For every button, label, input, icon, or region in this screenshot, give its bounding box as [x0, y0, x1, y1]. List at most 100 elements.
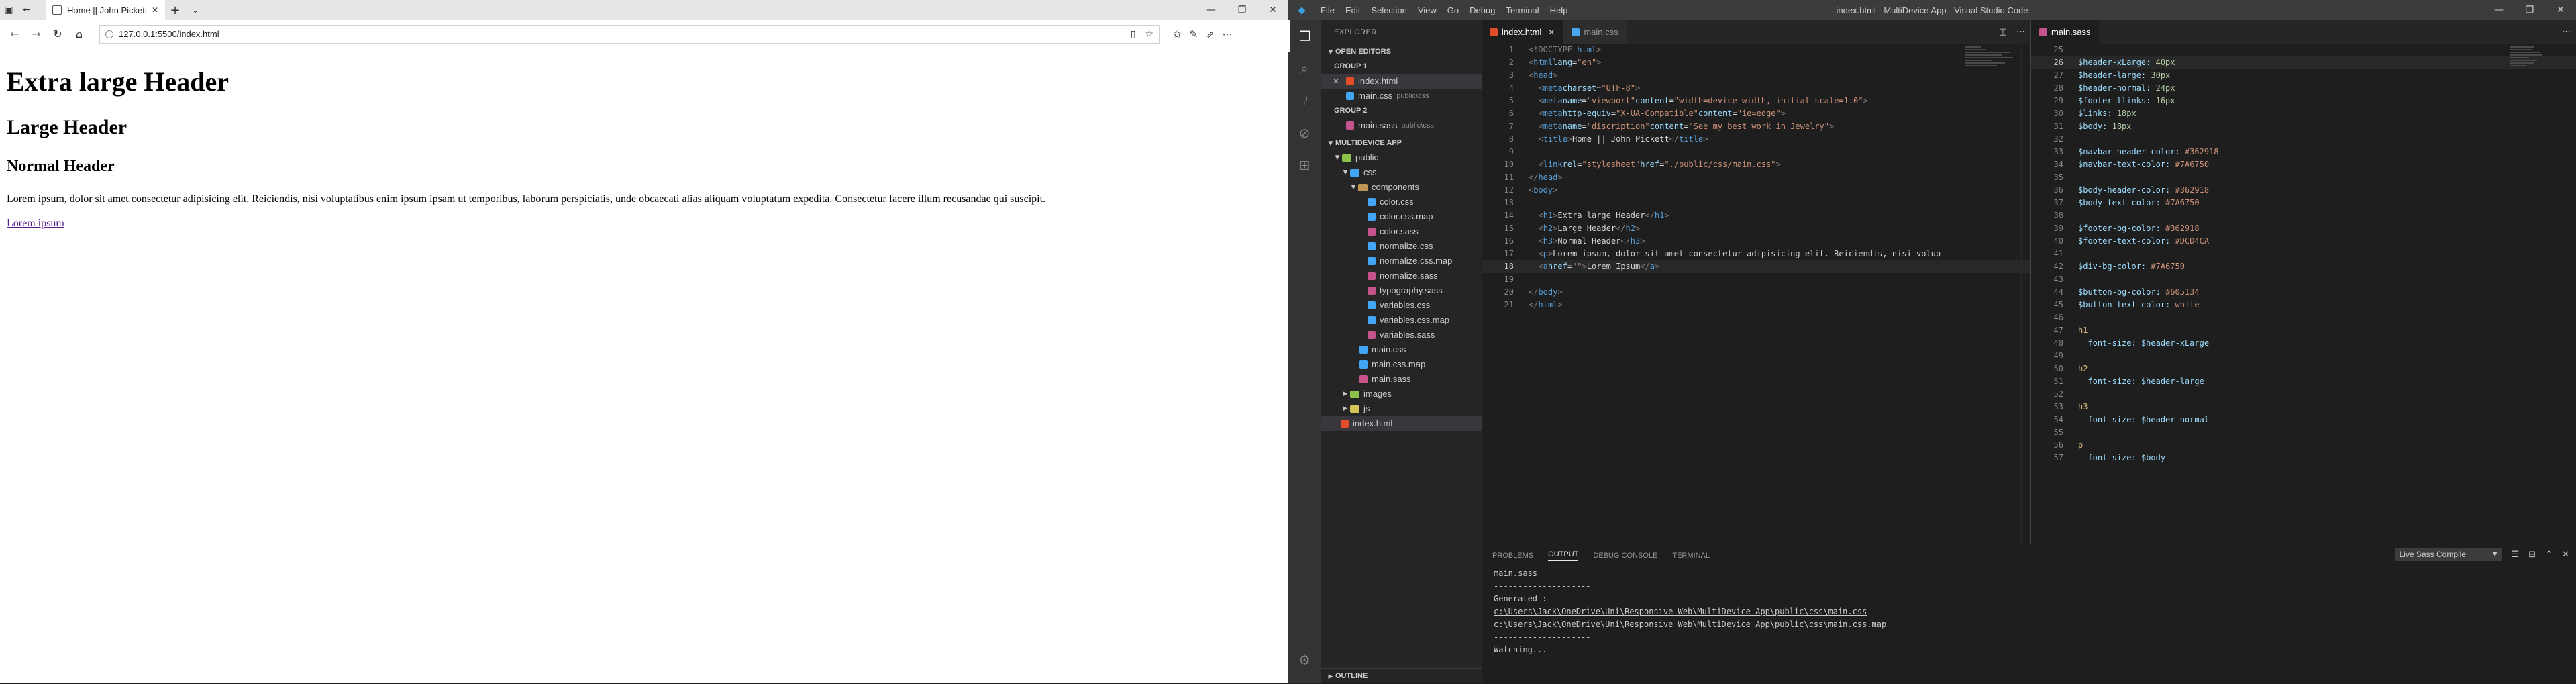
menu-view[interactable]: View [1412, 5, 1442, 15]
tree-file[interactable]: typography.sass [1321, 283, 1482, 298]
output-path-link[interactable]: c:\Users\Jack\OneDrive\Uni\Responsive We… [1494, 618, 2576, 631]
sass-code[interactable]: 25 26 $header-xLarge: 40px 27 $header-large:… [2031, 44, 2576, 465]
tree-file[interactable]: color.css [1321, 195, 1482, 209]
page-link[interactable]: Lorem ipsum [7, 217, 64, 229]
css-file-icon [1368, 242, 1376, 250]
tab-actions-icon[interactable]: ▣ [0, 0, 17, 20]
tree-file[interactable]: variables.css.map [1321, 313, 1482, 328]
site-info-icon[interactable] [105, 30, 113, 38]
tree-folder-js[interactable]: ▶ js [1321, 401, 1482, 416]
tree-folder-css[interactable]: ▼ css [1321, 165, 1482, 180]
source-control-icon[interactable]: ⑂ [1288, 85, 1321, 117]
outline-header[interactable]: ▶ OUTLINE [1321, 668, 1482, 683]
tree-file[interactable]: color.sass [1321, 224, 1482, 239]
bottom-panel: PROBLEMS OUTPUT DEBUG CONSOLE TERMINAL L… [1482, 544, 2576, 668]
tree-file[interactable]: main.css [1321, 342, 1482, 357]
open-editors-header[interactable]: ▼ OPEN EDITORS [1321, 44, 1482, 59]
panel-tab-debug-console[interactable]: DEBUG CONSOLE [1593, 552, 1657, 560]
minimap[interactable] [1965, 45, 2018, 85]
extensions-icon[interactable]: ⊞ [1288, 149, 1321, 181]
new-tab-icon[interactable]: + [165, 3, 185, 17]
vscode-window: index.html - MultiDevice App - Visual St… [1288, 0, 2576, 683]
refresh-icon[interactable]: ↻ [47, 28, 68, 40]
menu-go[interactable]: Go [1442, 5, 1464, 15]
minimize-icon[interactable]: — [1196, 5, 1227, 15]
menu-file[interactable]: File [1315, 5, 1340, 15]
favorite-star-icon[interactable]: ☆ [1145, 29, 1153, 40]
menu-debug[interactable]: Debug [1464, 5, 1500, 15]
clear-output-icon[interactable]: ☰ [2512, 550, 2520, 560]
output-channel-select[interactable]: Live Sass Compile ▼ [2394, 548, 2502, 561]
split-editor-icon[interactable]: ◫ [1999, 27, 2007, 37]
panel-tab-terminal[interactable]: TERMINAL [1672, 552, 1710, 560]
open-editor-main-css[interactable]: main.css public\css [1321, 89, 1482, 103]
tabs-aside-icon[interactable]: ⇤ [17, 0, 35, 20]
open-editor-index-html[interactable]: ✕ index.html [1321, 74, 1482, 89]
code-line: 45 $button-text-color: white [2053, 300, 2200, 309]
tree-file[interactable]: color.css.map [1321, 209, 1482, 224]
gear-icon[interactable]: ⚙ [1288, 644, 1321, 676]
project-header[interactable]: ▼ MULTIDEVICE APP [1321, 136, 1482, 150]
more-actions-icon[interactable]: ⋯ [2016, 27, 2025, 37]
tree-file[interactable]: normalize.css.map [1321, 254, 1482, 268]
close-editor-icon[interactable]: ✕ [1333, 74, 1339, 89]
menu-terminal[interactable]: Terminal [1500, 5, 1544, 15]
tree-file[interactable]: main.css.map [1321, 357, 1482, 372]
menu-selection[interactable]: Selection [1366, 5, 1412, 15]
panel-tab-problems[interactable]: PROBLEMS [1492, 552, 1533, 560]
tab-main-sass[interactable]: main.sass [2031, 20, 2100, 44]
tree-folder-images[interactable]: ▶ images [1321, 387, 1482, 401]
code-line: 37 $body-text-color: #7A6750 [2053, 198, 2200, 207]
explorer-icon[interactable]: ❐ [1288, 20, 1321, 52]
search-icon[interactable]: ⌕ [1288, 52, 1321, 85]
tree-file[interactable]: variables.css [1321, 298, 1482, 313]
debug-icon[interactable]: ⊘ [1288, 117, 1321, 149]
tree-file-index-html[interactable]: index.html [1321, 416, 1482, 431]
panel-tab-output[interactable]: OUTPUT [1548, 550, 1579, 561]
browser-tab[interactable]: Home || John Pickett ✕ [46, 0, 165, 20]
tree-file[interactable]: normalize.sass [1321, 268, 1482, 283]
vs-close-icon[interactable]: ✕ [2545, 5, 2576, 15]
favorites-icon[interactable]: ✩ [1173, 28, 1182, 40]
close-window-icon[interactable]: ✕ [1257, 5, 1288, 15]
editor-scrollbar[interactable] [2567, 44, 2576, 544]
output-path-link[interactable]: c:\Users\Jack\OneDrive\Uni\Responsive We… [1494, 605, 2576, 618]
html-code[interactable]: 1 <!DOCTYPE html > 2 < html lang = "en" > 3 < hea… [1482, 44, 2030, 311]
vs-restore-icon[interactable]: ❐ [2514, 5, 2545, 15]
back-icon[interactable]: ← [4, 28, 25, 40]
tree-file[interactable]: normalize.css [1321, 239, 1482, 254]
tree-folder-public[interactable]: ▼ public [1321, 150, 1482, 165]
vs-minimize-icon[interactable]: — [2483, 5, 2514, 15]
tree-file[interactable]: variables.sass [1321, 328, 1482, 342]
share-icon[interactable]: ⇗ [1206, 28, 1215, 40]
code-line: 53 h3 [2053, 402, 2088, 411]
minimap[interactable] [2510, 45, 2564, 85]
code-line: 33 $navbar-header-color: #362918 [2053, 147, 2219, 156]
menu-edit[interactable]: Edit [1340, 5, 1366, 15]
more-icon[interactable]: ⋯ [1223, 28, 1233, 40]
open-editor-main-sass[interactable]: main.sass public\css [1321, 118, 1482, 133]
menu-help[interactable]: Help [1545, 5, 1574, 15]
tab-index-html[interactable]: index.html ✕ [1482, 20, 1564, 44]
forward-icon[interactable]: → [25, 28, 47, 40]
close-tab-icon[interactable]: ✕ [152, 5, 158, 15]
close-icon[interactable]: ✕ [1548, 28, 1555, 37]
tab-main-css[interactable]: main.css [1563, 20, 1627, 44]
lock-scroll-icon[interactable]: ⊟ [2528, 550, 2536, 560]
tab-list-chevron-icon[interactable]: ⌄ [185, 5, 205, 15]
output-line: -------------------- [1494, 632, 1591, 642]
tree-file[interactable]: main.sass [1321, 372, 1482, 387]
tree-folder-components[interactable]: ▼ components [1321, 180, 1482, 195]
group-1-header: GROUP 1 [1334, 62, 1368, 70]
editor-scrollbar[interactable] [2021, 44, 2030, 544]
more-actions-icon[interactable]: ⋯ [2562, 27, 2571, 37]
reading-view-icon[interactable]: ▯ [1131, 29, 1136, 40]
home-icon[interactable]: ⌂ [68, 28, 90, 40]
maximize-panel-icon[interactable]: ⌃ [2545, 550, 2553, 560]
close-panel-icon[interactable]: ✕ [2562, 550, 2569, 560]
restore-icon[interactable]: ❐ [1227, 5, 1257, 15]
browser-window: ▣ ⇤ Home || John Pickett ✕ + ⌄ — ❐ ✕ ← →… [0, 0, 1288, 683]
css-file-icon [1368, 257, 1376, 265]
address-bar[interactable]: 127.0.0.1:5500/index.html ▯ ☆ [99, 24, 1160, 44]
notes-pen-icon[interactable]: ✎ [1190, 28, 1198, 40]
